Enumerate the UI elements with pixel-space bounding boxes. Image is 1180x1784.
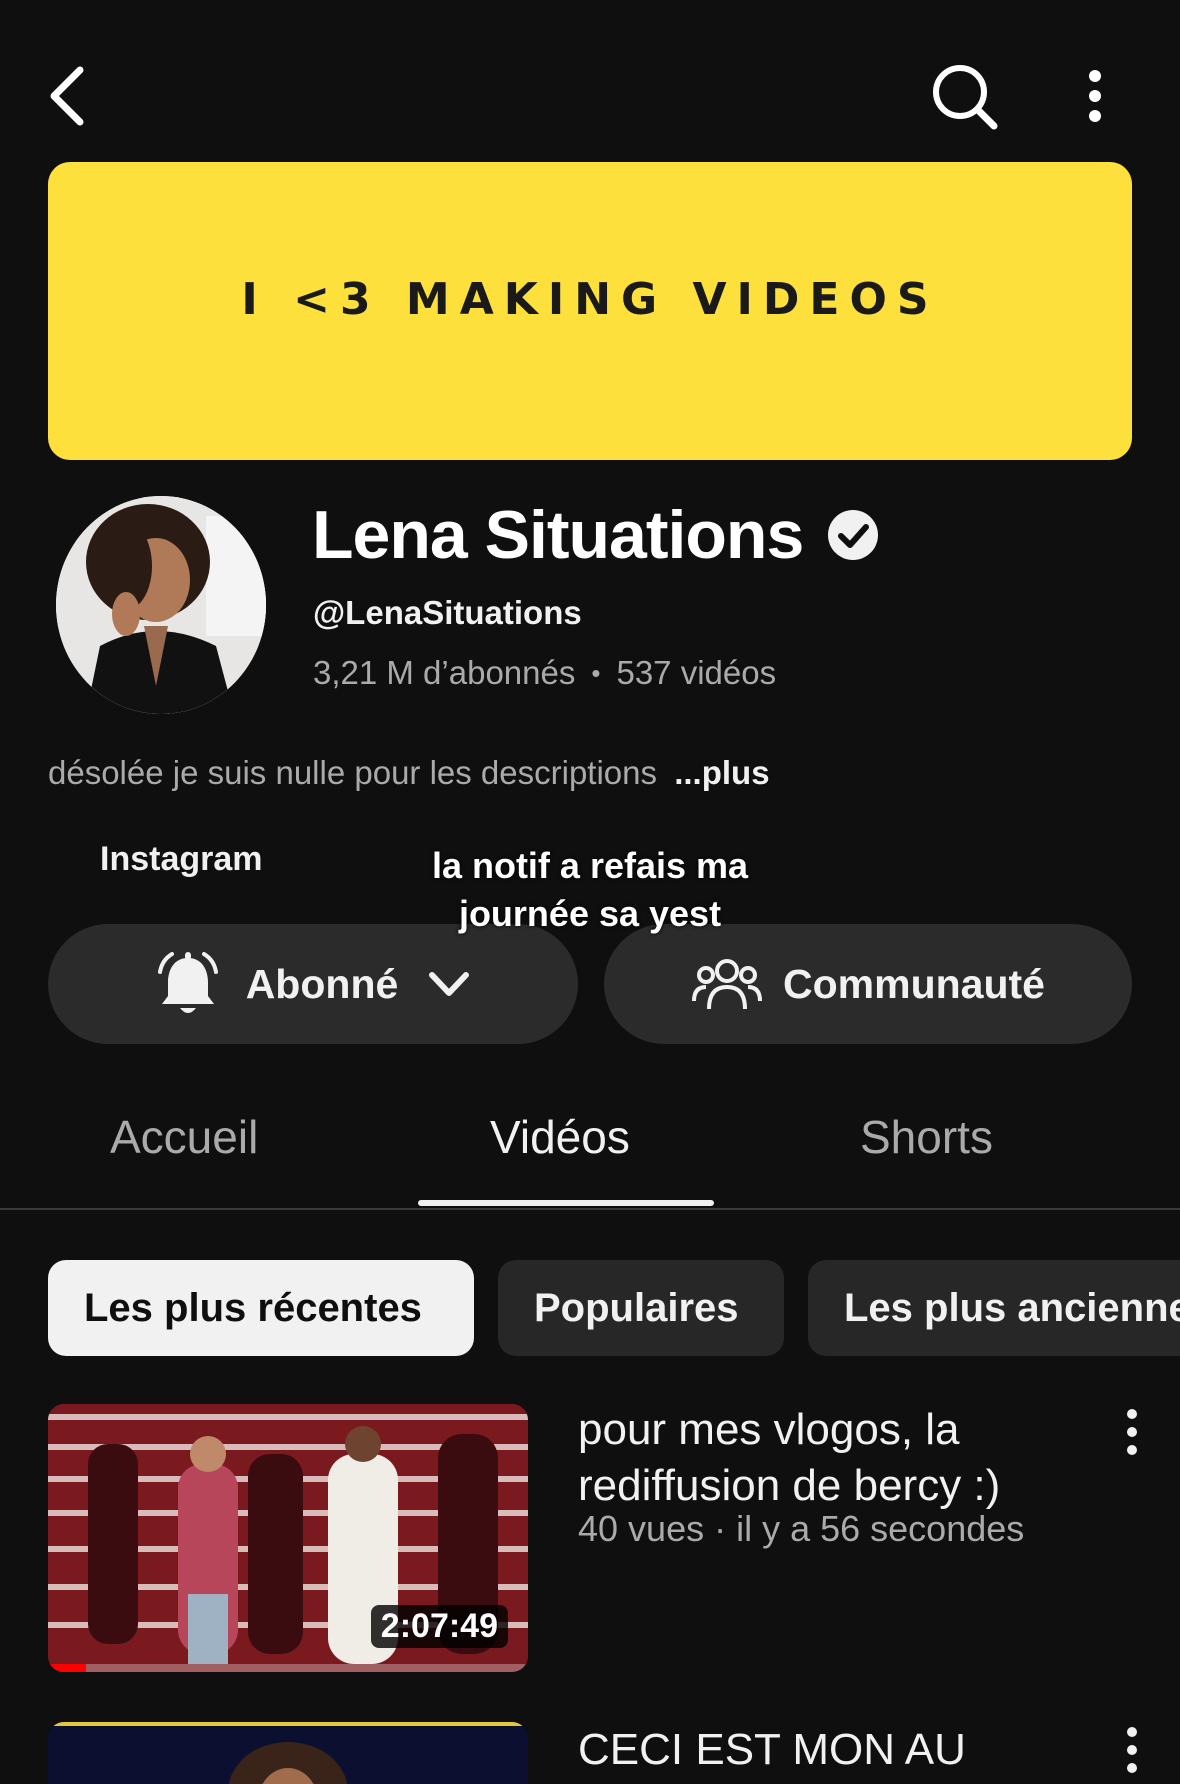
search-icon [933, 65, 998, 130]
community-button[interactable]: Communauté [604, 924, 1132, 1044]
description-more-link[interactable]: ...plus [674, 754, 769, 791]
back-button[interactable] [40, 58, 100, 134]
subscribed-label: Abonné [245, 960, 399, 1007]
chip-oldest[interactable]: Les plus anciennes [808, 1260, 1180, 1356]
channel-tabs: Accueil Vidéos Shorts [0, 1100, 1180, 1210]
watch-progress-bar [48, 1664, 528, 1672]
channel-handle: @LenaSituations [313, 594, 582, 631]
people-icon [692, 959, 763, 1010]
tab-shorts[interactable]: Shorts [860, 1110, 993, 1164]
tab-home[interactable]: Accueil [110, 1110, 258, 1164]
community-label: Communauté [783, 960, 1045, 1007]
more-options-button[interactable] [1070, 58, 1120, 134]
search-button[interactable] [926, 58, 1002, 134]
video-title[interactable]: pour mes vlogos, la rediffusion de bercy… [578, 1402, 1078, 1514]
overlay-caption: la notif a refais ma journée sa yest [380, 842, 800, 938]
watch-progress-fill [48, 1664, 87, 1672]
subscriber-count: 3,21 M d’abonnés [313, 654, 576, 691]
subscribed-button[interactable]: Abonné [48, 924, 578, 1044]
channel-stats: 3,21 M d’abonnés • 537 vidéos [313, 654, 776, 692]
channel-name-row: Lena Situations [312, 496, 879, 574]
video-menu-button[interactable] [1112, 1722, 1152, 1778]
video-count: 537 vidéos [616, 654, 777, 691]
video-thumbnail[interactable]: 2:07:49 [48, 1404, 528, 1672]
avatar-image [56, 496, 266, 714]
description-text: désolée je suis nulle pour les descripti… [48, 754, 658, 791]
channel-name: Lena Situations [312, 497, 804, 573]
verified-icon [828, 510, 879, 560]
more-vert-icon [1089, 70, 1101, 122]
video-duration: 2:07:49 [370, 1605, 508, 1648]
top-app-bar [0, 0, 1180, 160]
chip-popular[interactable]: Populaires [498, 1260, 784, 1356]
chip-most-recent[interactable]: Les plus récentes [48, 1260, 474, 1356]
active-tab-indicator [418, 1200, 714, 1206]
channel-description[interactable]: désolée je suis nulle pour les descripti… [48, 754, 770, 792]
tab-videos[interactable]: Vidéos [490, 1110, 630, 1164]
channel-avatar[interactable] [56, 496, 266, 714]
video-meta: 40 vues · il y a 56 secondes [578, 1508, 1025, 1549]
caption-line-2: journée sa yest [458, 893, 722, 934]
back-icon [50, 66, 84, 126]
stats-separator: • [591, 657, 601, 688]
channel-banner: I <3 MAKING VIDEOS [48, 162, 1132, 460]
video-menu-button[interactable] [1112, 1404, 1152, 1460]
more-vert-icon [1127, 1409, 1137, 1455]
chevron-down-icon [429, 972, 470, 996]
video-title[interactable]: CECI EST MON AU [578, 1722, 1078, 1778]
channel-link-instagram[interactable]: Instagram [100, 840, 263, 879]
bell-icon [157, 952, 218, 1013]
banner-text: I <3 MAKING VIDEOS [241, 273, 939, 325]
video-thumbnail[interactable] [48, 1722, 528, 1784]
caption-line-1: la notif a refais ma [431, 845, 749, 886]
more-vert-icon [1127, 1727, 1137, 1773]
thumbnail-image [48, 1722, 528, 1784]
